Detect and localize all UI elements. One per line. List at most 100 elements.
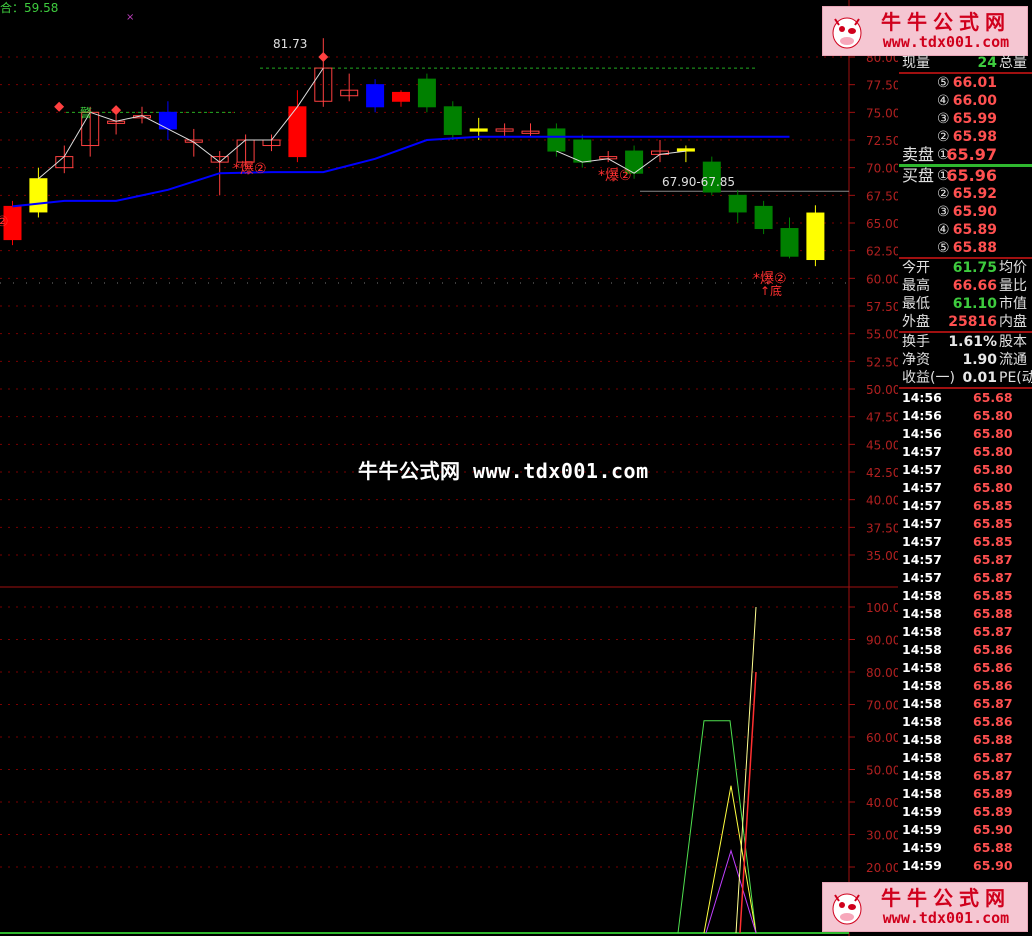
tick-row[interactable]: 14:58 65.87: [899, 695, 1032, 713]
tick-row[interactable]: 14:58 65.88: [899, 731, 1032, 749]
tick-row[interactable]: 14:56 65.80: [899, 407, 1032, 425]
tick-row[interactable]: 14:59 65.90: [899, 821, 1032, 839]
stat-value: 61.10: [952, 296, 997, 312]
signal-diamond-icon: [318, 52, 329, 62]
total-volume-label: 总量: [999, 55, 1027, 71]
current-volume-row: 现量 24 总量: [899, 54, 1032, 72]
tick-time: 14:58: [902, 768, 942, 783]
price-axis-label: 62.50: [866, 245, 898, 259]
ask-row[interactable]: ② 65.98: [899, 128, 1032, 146]
tick-row[interactable]: 14:58 65.86: [899, 713, 1032, 731]
candle-body: [806, 212, 825, 261]
bid-row[interactable]: ④ 65.89: [899, 221, 1032, 239]
tick-price: 65.86: [973, 714, 1013, 729]
tick-time: 14:57: [902, 534, 942, 549]
bottom-signal-label: ↑底: [760, 283, 782, 298]
tick-time: 14:57: [902, 552, 942, 567]
tick-row[interactable]: 14:57 65.85: [899, 533, 1032, 551]
bid-row[interactable]: ③ 65.90: [899, 203, 1032, 221]
tick-row[interactable]: 14:56 65.80: [899, 425, 1032, 443]
price-axis-label: 40.00: [866, 494, 898, 508]
tick-time: 14:57: [902, 462, 942, 477]
tick-price: 65.80: [973, 462, 1013, 477]
price-axis-label: 72.50: [866, 134, 898, 148]
cow-logo-icon: [832, 17, 862, 49]
price-axis-label: 65.00: [866, 217, 898, 231]
ask-row[interactable]: ③ 65.99: [899, 110, 1032, 128]
stat-right-label: 内盘: [999, 314, 1027, 330]
stat-row[interactable]: 外盘 25816 内盘: [899, 313, 1032, 331]
brand-badge-top: 牛牛公式网 www.tdx001.com: [822, 6, 1028, 56]
indicator-axis-label: 60.00: [866, 731, 898, 745]
burst-signal-label: *爆②: [233, 161, 267, 177]
tick-row[interactable]: 14:58 65.87: [899, 623, 1032, 641]
bid-row[interactable]: ⑤ 65.88: [899, 239, 1032, 257]
tick-price: 65.80: [973, 408, 1013, 423]
price-axis-label: 47.50: [866, 411, 898, 425]
stat-row[interactable]: 今开 61.75 均价: [899, 259, 1032, 277]
tick-row[interactable]: 14:56 65.68: [899, 389, 1032, 407]
stat-row[interactable]: 收益(一) 0.01 PE(动: [899, 369, 1032, 387]
indicator-axis-label: 20.00: [866, 861, 898, 875]
tick-row[interactable]: 14:58 65.89: [899, 785, 1032, 803]
tick-list[interactable]: 14:56 65.68 14:56 65.80 14:56 65.80 14:57 6…: [899, 389, 1032, 875]
tick-price: 65.85: [973, 534, 1013, 549]
candle-body: [29, 178, 48, 213]
tick-time: 14:57: [902, 498, 942, 513]
ask-level: ④: [937, 93, 950, 109]
tick-time: 14:59: [902, 822, 942, 837]
indicator-axis-label: 100.0: [866, 601, 898, 615]
candle-body: [676, 148, 695, 152]
tick-row[interactable]: 14:58 65.87: [899, 767, 1032, 785]
tick-row[interactable]: 14:58 65.86: [899, 659, 1032, 677]
badge-url: www.tdx001.com: [882, 33, 1010, 51]
tick-row[interactable]: 14:57 65.87: [899, 551, 1032, 569]
ask1-row[interactable]: 卖盘 ① 65.97: [899, 146, 1032, 164]
tick-time: 14:58: [902, 588, 942, 603]
burst-signal-label: *爆②: [598, 168, 632, 184]
ask-row[interactable]: ④ 66.00: [899, 92, 1032, 110]
tick-row[interactable]: 14:57 65.80: [899, 461, 1032, 479]
stat-value: 1.61%: [948, 334, 997, 350]
tick-row[interactable]: 14:58 65.86: [899, 677, 1032, 695]
tick-price: 65.86: [973, 642, 1013, 657]
tick-row[interactable]: 14:57 65.85: [899, 515, 1032, 533]
ask-price: 65.99: [952, 111, 997, 127]
stat-row[interactable]: 净资 1.90 流通: [899, 351, 1032, 369]
price-axis-label: 57.50: [866, 300, 898, 314]
indicator-axis-label: 30.00: [866, 829, 898, 843]
tick-row[interactable]: 14:58 65.87: [899, 749, 1032, 767]
bid-row[interactable]: ② 65.92: [899, 185, 1032, 203]
candle-body: [547, 128, 566, 152]
stat-row[interactable]: 最低 61.10 市值: [899, 295, 1032, 313]
badge-title: 牛牛公式网: [881, 10, 1011, 34]
bid1-row[interactable]: 买盘 ① 65.96: [899, 167, 1032, 185]
tick-time: 14:58: [902, 660, 942, 675]
candlestick-chart-area[interactable]: 80.00 77.50 75.00 72.50 70.00 67.50 65.00 62.50…: [0, 0, 898, 936]
stat-label: 最低: [902, 296, 930, 312]
price-axis-label: 77.50: [866, 79, 898, 93]
tick-row[interactable]: 14:58 65.88: [899, 605, 1032, 623]
price-axis-label: 37.50: [866, 521, 898, 535]
bid-price: 65.88: [952, 240, 997, 256]
bid-level: ④: [937, 222, 950, 238]
stat-row[interactable]: 换手 1.61% 股本: [899, 333, 1032, 351]
tick-row[interactable]: 14:57 65.87: [899, 569, 1032, 587]
tick-row[interactable]: 14:59 65.88: [899, 839, 1032, 857]
current-volume-value: 24: [977, 55, 997, 71]
bid1-price: 65.96: [946, 166, 997, 185]
ask-row[interactable]: ⑤ 66.01: [899, 74, 1032, 92]
tick-row[interactable]: 14:58 65.85: [899, 587, 1032, 605]
tick-row[interactable]: 14:57 65.85: [899, 497, 1032, 515]
tick-time: 14:58: [902, 678, 942, 693]
ask1-price: 65.97: [946, 145, 997, 164]
tick-time: 14:58: [902, 624, 942, 639]
tick-row[interactable]: 14:59 65.89: [899, 803, 1032, 821]
candle-body: [780, 228, 799, 257]
tick-row[interactable]: 14:57 65.80: [899, 443, 1032, 461]
tick-row[interactable]: 14:57 65.80: [899, 479, 1032, 497]
tick-row[interactable]: 14:58 65.86: [899, 641, 1032, 659]
stat-row[interactable]: 最高 66.66 量比: [899, 277, 1032, 295]
candle-body: [158, 111, 177, 130]
tick-row[interactable]: 14:59 65.90: [899, 857, 1032, 875]
